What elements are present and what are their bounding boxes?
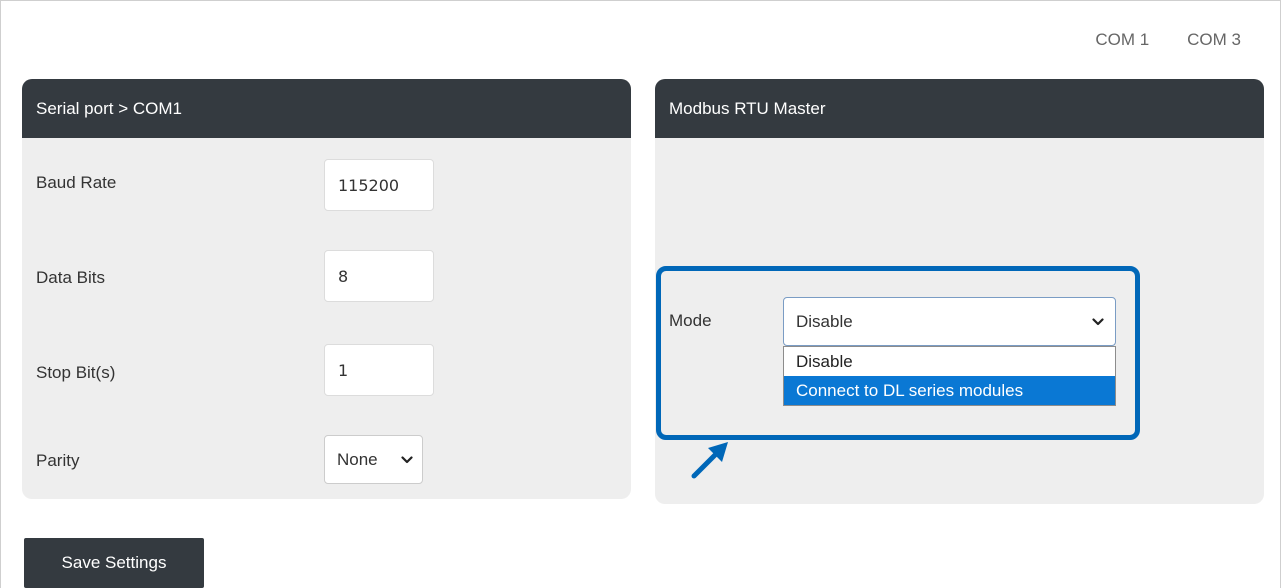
- com-port-tabs: COM 1 COM 3: [1095, 30, 1241, 50]
- parity-label: Parity: [36, 451, 80, 470]
- chevron-down-icon: [1092, 317, 1104, 325]
- save-settings-button[interactable]: Save Settings: [24, 538, 204, 588]
- data-bits-label: Data Bits: [36, 268, 105, 287]
- mode-option-connect-dl[interactable]: Connect to DL series modules: [784, 376, 1115, 405]
- data-bits-input[interactable]: 8: [324, 250, 434, 302]
- baud-rate-input[interactable]: 115200: [324, 159, 434, 211]
- tab-com3[interactable]: COM 3: [1187, 30, 1241, 50]
- stop-bits-input[interactable]: 1: [324, 344, 434, 396]
- baud-rate-label: Baud Rate: [36, 173, 117, 192]
- mode-option-disable[interactable]: Disable: [784, 347, 1115, 376]
- tab-com1[interactable]: COM 1: [1095, 30, 1149, 50]
- chevron-down-icon: [401, 455, 413, 463]
- serial-port-panel: Serial port > COM1 Baud Rate 115200 Data…: [22, 79, 631, 499]
- modbus-panel-title: Modbus RTU Master: [655, 79, 1264, 138]
- parity-select[interactable]: None: [324, 435, 423, 484]
- mode-dropdown-list: Disable Connect to DL series modules: [783, 346, 1116, 406]
- callout-arrow-icon: [691, 442, 728, 479]
- serial-port-panel-title: Serial port > COM1: [22, 79, 631, 138]
- parity-select-value: None: [337, 449, 378, 469]
- mode-select-value: Disable: [796, 311, 853, 331]
- mode-select[interactable]: Disable: [783, 297, 1116, 346]
- stop-bits-label: Stop Bit(s): [36, 363, 116, 382]
- mode-label: Mode: [669, 311, 712, 330]
